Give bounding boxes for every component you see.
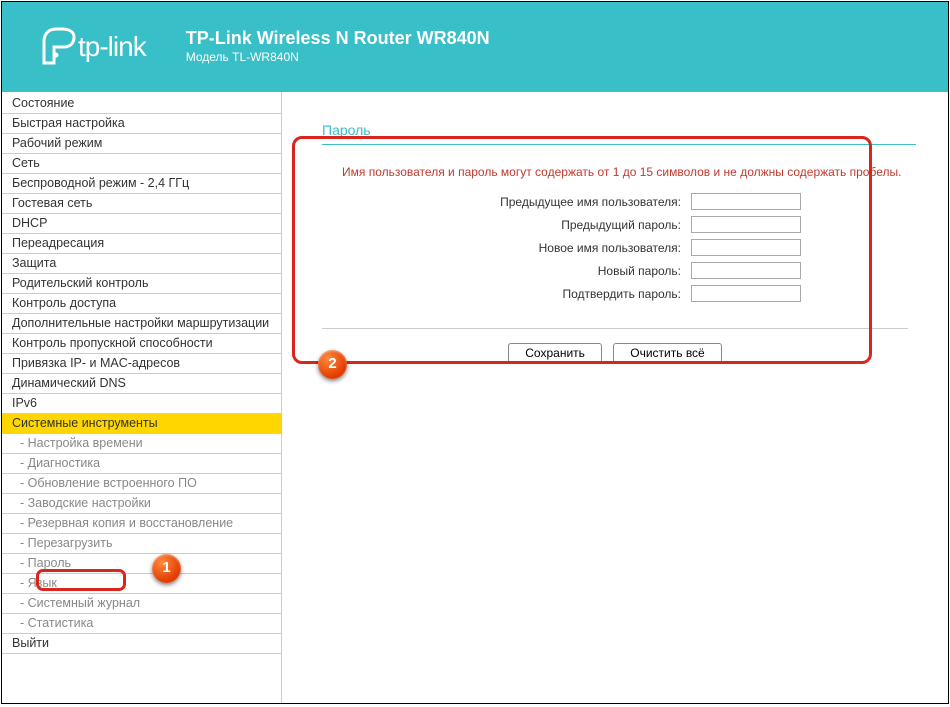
sidebar-item-9[interactable]: Родительский контроль (2, 274, 281, 294)
label-old-pass: Предыдущий пароль: (425, 214, 685, 235)
sidebar-item-11[interactable]: Дополнительные настройки маршрутизации (2, 314, 281, 334)
header-bar: tp-link TP-Link Wireless N Router WR840N… (2, 2, 948, 92)
sidebar-item-26[interactable]: - Статистика (2, 614, 281, 634)
sidebar-item-18[interactable]: - Диагностика (2, 454, 281, 474)
sidebar-item-22[interactable]: - Перезагрузить (2, 534, 281, 554)
sidebar-item-6[interactable]: DHCP (2, 214, 281, 234)
sidebar-item-24[interactable]: - Язык (2, 574, 281, 594)
input-old-user[interactable] (691, 193, 801, 210)
sidebar-item-8[interactable]: Защита (2, 254, 281, 274)
sidebar-item-21[interactable]: - Резервная копия и восстановление (2, 514, 281, 534)
sidebar-item-16[interactable]: Системные инструменты (2, 414, 281, 434)
sidebar-item-5[interactable]: Гостевая сеть (2, 194, 281, 214)
sidebar-item-20[interactable]: - Заводские настройки (2, 494, 281, 514)
sidebar-item-19[interactable]: - Обновление встроенного ПО (2, 474, 281, 494)
sidebar-item-2[interactable]: Рабочий режим (2, 134, 281, 154)
input-old-pass[interactable] (691, 216, 801, 233)
label-old-user: Предыдущее имя пользователя: (425, 191, 685, 212)
warning-text: Имя пользователя и пароль могут содержат… (342, 165, 918, 179)
label-new-pass: Новый пароль: (425, 260, 685, 281)
label-new-user: Новое имя пользователя: (425, 237, 685, 258)
sidebar-item-12[interactable]: Контроль пропускной способности (2, 334, 281, 354)
main-content: Пароль Имя пользователя и пароль могут с… (282, 92, 948, 703)
sidebar-item-4[interactable]: Беспроводной режим - 2,4 ГГц (2, 174, 281, 194)
sidebar-item-1[interactable]: Быстрая настройка (2, 114, 281, 134)
password-form: Предыдущее имя пользователя: Предыдущий … (423, 189, 807, 306)
sidebar-item-15[interactable]: IPv6 (2, 394, 281, 414)
save-button[interactable]: Сохранить (508, 343, 602, 363)
tp-logo-icon (42, 27, 76, 67)
input-new-user[interactable] (691, 239, 801, 256)
section-divider (322, 144, 916, 145)
sidebar-item-23[interactable]: - Пароль (2, 554, 281, 574)
sidebar-item-14[interactable]: Динамический DNS (2, 374, 281, 394)
sidebar-item-10[interactable]: Контроль доступа (2, 294, 281, 314)
sidebar-item-27[interactable]: Выйти (2, 634, 281, 654)
form-divider (322, 328, 908, 329)
sidebar-item-7[interactable]: Переадресация (2, 234, 281, 254)
section-title: Пароль (312, 122, 918, 138)
sidebar-item-25[interactable]: - Системный журнал (2, 594, 281, 614)
sidebar: СостояниеБыстрая настройкаРабочий режимС… (2, 92, 282, 703)
sidebar-item-17[interactable]: - Настройка времени (2, 434, 281, 454)
input-confirm-pass[interactable] (691, 285, 801, 302)
sidebar-item-0[interactable]: Состояние (2, 94, 281, 114)
button-row: Сохранить Очистить всё (312, 343, 918, 363)
label-confirm-pass: Подтвердить пароль: (425, 283, 685, 304)
sidebar-item-3[interactable]: Сеть (2, 154, 281, 174)
product-model: Модель TL-WR840N (186, 50, 490, 66)
product-title: TP-Link Wireless N Router WR840N (186, 27, 490, 50)
header-titles: TP-Link Wireless N Router WR840N Модель … (186, 27, 490, 66)
sidebar-item-13[interactable]: Привязка IP- и MAC-адресов (2, 354, 281, 374)
brand-logo: tp-link (42, 27, 146, 67)
brand-text: tp-link (78, 31, 146, 63)
clear-button[interactable]: Очистить всё (613, 343, 721, 363)
input-new-pass[interactable] (691, 262, 801, 279)
